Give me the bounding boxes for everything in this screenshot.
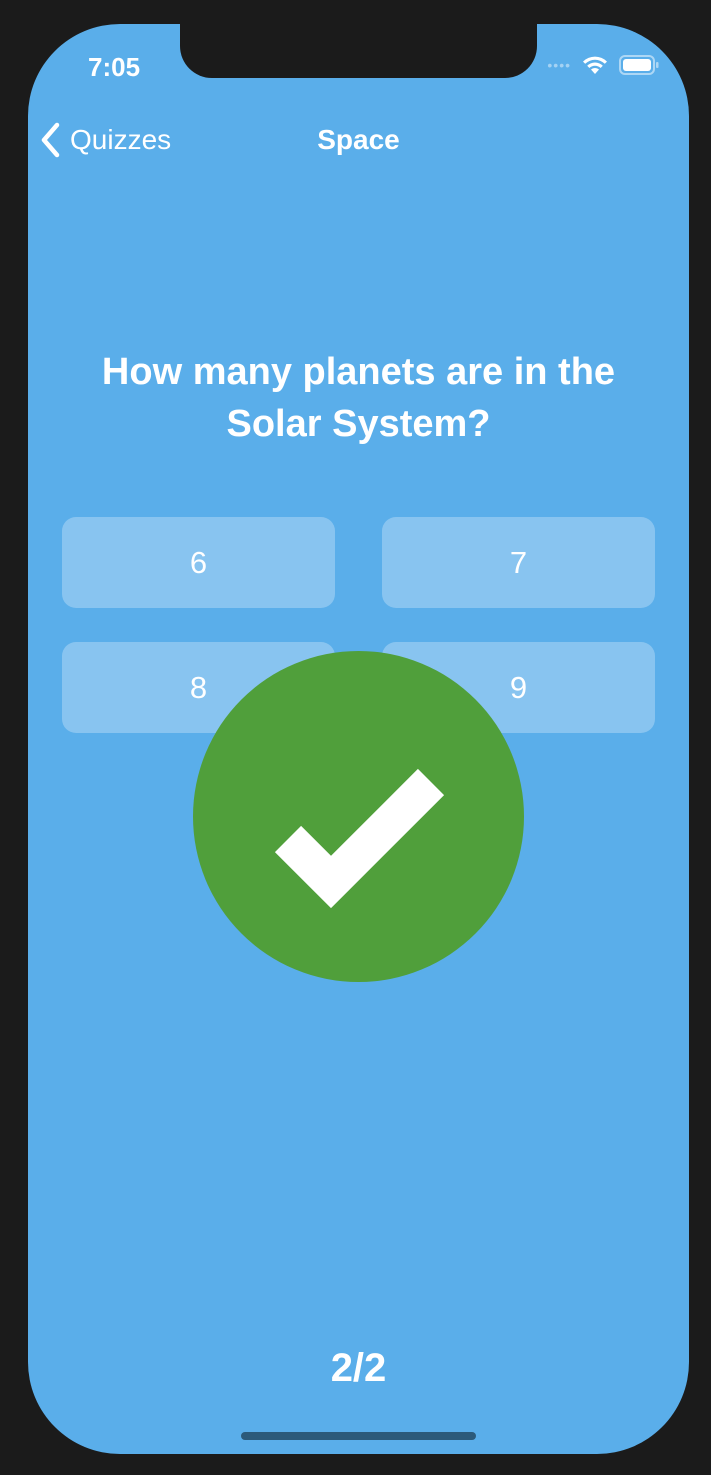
- status-time: 7:05: [88, 52, 141, 82]
- nav-title: Space: [317, 124, 400, 155]
- correct-answer-badge: [193, 651, 524, 982]
- home-indicator: [241, 1432, 476, 1440]
- answer-button[interactable]: 6: [62, 517, 335, 608]
- signal-dots-icon: ••••: [547, 57, 571, 73]
- device-notch: [180, 24, 537, 78]
- wifi-icon: [581, 54, 609, 76]
- quiz-screen: 7:05 •••• Quizzes Space How many planets…: [28, 24, 689, 1454]
- checkmark-icon: [274, 768, 445, 909]
- device-frame: 7:05 •••• Quizzes Space How many planets…: [0, 0, 711, 1475]
- battery-icon: [619, 55, 659, 75]
- status-icons: ••••: [547, 54, 659, 76]
- answer-button[interactable]: 7: [382, 517, 655, 608]
- question-text: How many planets are in the Solar System…: [101, 351, 616, 445]
- progress-counter: 2/2: [330, 1346, 387, 1390]
